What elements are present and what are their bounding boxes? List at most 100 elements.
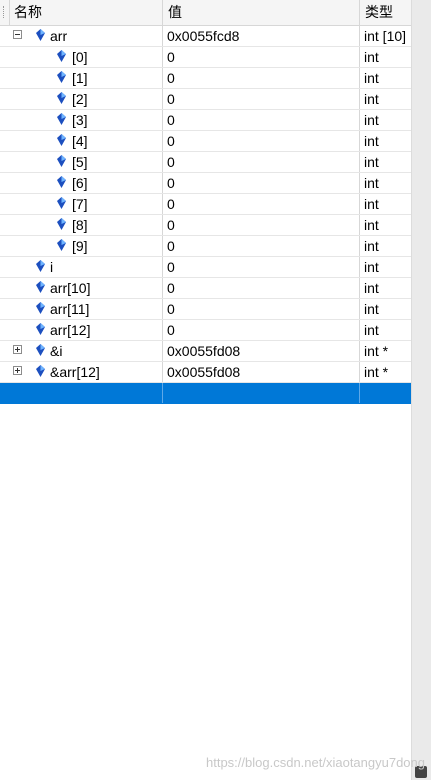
type-cell: int xyxy=(364,322,379,338)
watch-row-element[interactable]: [6] 0 int xyxy=(0,173,411,194)
type-cell: int xyxy=(364,91,379,107)
name-cell: [6] xyxy=(0,173,163,193)
type-cell: int xyxy=(364,280,379,296)
variable-gem-icon xyxy=(57,113,66,125)
value-cell[interactable]: 0x0055fd08 xyxy=(163,362,360,382)
variable-name: i xyxy=(50,259,54,275)
name-cell: arr xyxy=(0,26,163,46)
name-cell: [1] xyxy=(0,68,163,88)
variable-gem-icon xyxy=(36,260,45,272)
variable-name: &i xyxy=(50,343,63,359)
type-cell: int * xyxy=(364,364,389,380)
variable-gem-icon xyxy=(57,71,66,83)
type-cell: int * xyxy=(364,343,389,359)
column-header-type[interactable]: 类型 xyxy=(360,0,411,25)
watch-row-element[interactable]: [2] 0 int xyxy=(0,89,411,110)
name-cell[interactable] xyxy=(0,383,163,403)
watch-row-element[interactable]: [1] 0 int xyxy=(0,68,411,89)
name-cell: [0] xyxy=(0,47,163,67)
type-cell: int xyxy=(364,259,379,275)
name-cell: &i xyxy=(0,341,163,361)
value-cell[interactable]: 0 xyxy=(163,236,360,256)
watch-row-arr12[interactable]: arr[12] 0 int xyxy=(0,320,411,341)
type-cell: int xyxy=(364,112,379,128)
name-cell: [7] xyxy=(0,194,163,214)
variable-gem-icon xyxy=(57,155,66,167)
column-header-value[interactable]: 值 xyxy=(163,0,360,25)
watch-row-element[interactable]: [8] 0 int xyxy=(0,215,411,236)
variable-gem-icon xyxy=(57,92,66,104)
vertical-scrollbar[interactable] xyxy=(411,0,431,780)
value-cell[interactable]: 0 xyxy=(163,320,360,340)
watch-row-element[interactable]: [3] 0 int xyxy=(0,110,411,131)
value-cell[interactable]: 0x0055fd08 xyxy=(163,341,360,361)
value-cell[interactable]: 0 xyxy=(163,278,360,298)
watch-row-element[interactable]: [0] 0 int xyxy=(0,47,411,68)
variable-gem-icon xyxy=(57,50,66,62)
type-cell: int xyxy=(364,133,379,149)
variable-gem-icon xyxy=(57,134,66,146)
type-cell: int xyxy=(364,49,379,65)
value-cell[interactable]: 0 xyxy=(163,131,360,151)
watermark-text: https://blog.csdn.net/xiaotangyu7dong xyxy=(206,755,425,770)
watch-row-arr[interactable]: arr 0x0055fcd8 int [10] xyxy=(0,26,411,47)
watch-row-i[interactable]: i 0 int xyxy=(0,257,411,278)
type-cell: int xyxy=(364,217,379,233)
plus-box-icon[interactable] xyxy=(13,366,22,375)
type-cell: int xyxy=(364,301,379,317)
name-cell: &arr[12] xyxy=(0,362,163,382)
variable-name: arr xyxy=(50,28,68,44)
variable-gem-icon xyxy=(36,29,45,41)
minus-box-icon[interactable] xyxy=(13,30,22,39)
value-cell[interactable]: 0 xyxy=(163,110,360,130)
name-cell: arr[11] xyxy=(0,299,163,319)
watch-row-new-expression[interactable] xyxy=(0,383,411,404)
variable-gem-icon xyxy=(57,218,66,230)
watch-rows: arr 0x0055fcd8 int [10] [0] 0 int [1] 0 … xyxy=(0,26,411,404)
variable-gem-icon xyxy=(57,239,66,251)
value-cell[interactable]: 0 xyxy=(163,299,360,319)
variable-name: [5] xyxy=(72,154,88,170)
name-cell: [5] xyxy=(0,152,163,172)
name-cell: [4] xyxy=(0,131,163,151)
column-header-name[interactable]: 名称 xyxy=(9,0,163,25)
watch-row-element[interactable]: [4] 0 int xyxy=(0,131,411,152)
watch-row-arr11[interactable]: arr[11] 0 int xyxy=(0,299,411,320)
value-cell[interactable]: 0x0055fcd8 xyxy=(163,26,360,46)
value-cell[interactable]: 0 xyxy=(163,215,360,235)
type-cell: int xyxy=(364,238,379,254)
value-cell[interactable]: 0 xyxy=(163,68,360,88)
value-cell[interactable]: 0 xyxy=(163,47,360,67)
type-cell: int xyxy=(364,196,379,212)
value-cell[interactable]: 0 xyxy=(163,152,360,172)
variable-gem-icon xyxy=(36,323,45,335)
variable-name: [9] xyxy=(72,238,88,254)
name-cell: [2] xyxy=(0,89,163,109)
name-cell: arr[12] xyxy=(0,320,163,340)
variable-name: [0] xyxy=(72,49,88,65)
watch-row-element[interactable]: [7] 0 int xyxy=(0,194,411,215)
watch-row-element[interactable]: [5] 0 int xyxy=(0,152,411,173)
variable-name: [7] xyxy=(72,196,88,212)
watch-row-address-arr12[interactable]: &arr[12] 0x0055fd08 int * xyxy=(0,362,411,383)
watch-window: 名称 值 类型 arr 0x0055fcd8 int [10] [0] 0 in… xyxy=(0,0,411,780)
variable-name: arr[11] xyxy=(50,301,90,317)
variable-gem-icon xyxy=(57,197,66,209)
value-cell[interactable]: 0 xyxy=(163,257,360,277)
type-cell: int xyxy=(364,70,379,86)
type-cell: int xyxy=(364,154,379,170)
value-cell[interactable]: 0 xyxy=(163,194,360,214)
watch-row-arr10[interactable]: arr[10] 0 int xyxy=(0,278,411,299)
name-cell: [3] xyxy=(0,110,163,130)
variable-gem-icon xyxy=(36,281,45,293)
name-cell: [9] xyxy=(0,236,163,256)
value-cell[interactable]: 0 xyxy=(163,89,360,109)
variable-name: [6] xyxy=(72,175,88,191)
watch-row-address-i[interactable]: &i 0x0055fd08 int * xyxy=(0,341,411,362)
variable-name: arr[12] xyxy=(50,322,91,338)
variable-name: arr[10] xyxy=(50,280,91,296)
plus-box-icon[interactable] xyxy=(13,345,22,354)
type-cell: int [10] xyxy=(364,28,407,44)
watch-row-element[interactable]: [9] 0 int xyxy=(0,236,411,257)
value-cell[interactable]: 0 xyxy=(163,173,360,193)
